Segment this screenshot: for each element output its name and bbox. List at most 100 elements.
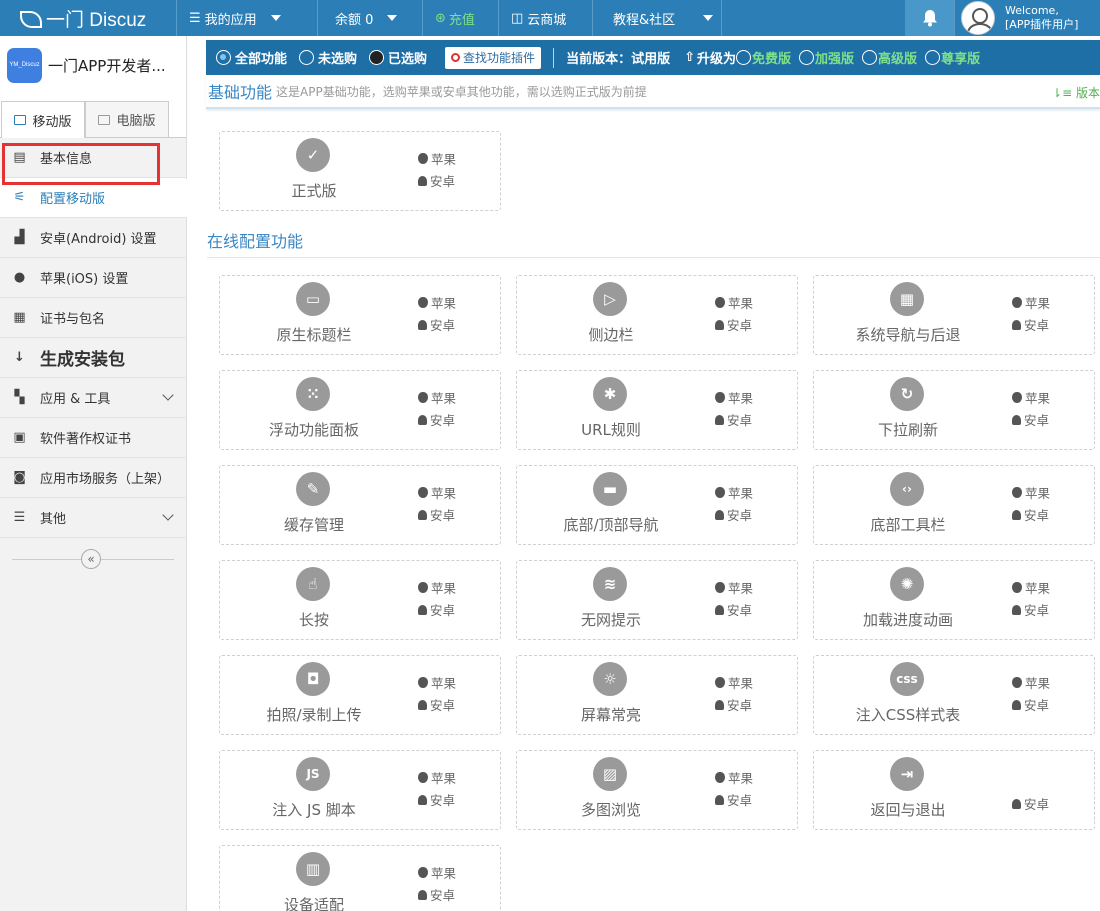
android-icon	[418, 509, 427, 520]
premium-label: 尊享版	[941, 52, 981, 67]
coin-icon: ⊛	[435, 10, 446, 26]
android-label: 安卓	[430, 793, 456, 808]
radio-premium[interactable]: 尊享版	[925, 48, 988, 67]
sidebar-item-store[interactable]: ◙ 应用市场服务（上架）	[0, 458, 186, 498]
feature-name: 缓存管理	[283, 516, 344, 534]
android-label: 安卓	[430, 698, 456, 713]
feature-card[interactable]: css 注入CSS样式表 苹果 安卓	[813, 655, 1095, 735]
feature-card[interactable]: ≋ 无网提示 苹果 安卓	[516, 560, 798, 640]
android-platform: 安卓	[418, 885, 455, 904]
feature-card[interactable]: ▷ 侧边栏 苹果 安卓	[516, 275, 798, 355]
radio-advanced[interactable]: 高级版	[862, 48, 925, 67]
sidebar-item-menu[interactable]: ☰ 其他	[0, 498, 186, 538]
cloud-store-link[interactable]: ◫ 云商城	[499, 0, 593, 36]
image-icon: ▨	[593, 757, 627, 791]
feature-card[interactable]: ▬ 底部/顶部导航 苹果 安卓	[516, 465, 798, 545]
radio-not-bought[interactable]: 未选购	[299, 48, 357, 67]
recharge-link[interactable]: ⊛ 充值	[423, 0, 499, 36]
free-label: 免费版	[752, 52, 792, 67]
radio-all[interactable]: 全部功能	[216, 48, 287, 67]
radio-icon	[736, 50, 752, 65]
feature-card[interactable]: ✺ 加载进度动画 苹果 安卓	[813, 560, 1095, 640]
android-label: 安卓	[727, 603, 753, 618]
feature-card[interactable]: JS 注入 JS 脚本 苹果 安卓	[219, 750, 501, 830]
feature-card[interactable]: ↻ 下拉刷新 苹果 安卓	[813, 370, 1095, 450]
feature-card[interactable]: ⁙ 浮动功能面板 苹果 安卓	[219, 370, 501, 450]
apple-label: 苹果	[1025, 391, 1051, 406]
sidebar-item-sliders[interactable]: ⚟ 配置移动版	[0, 178, 196, 218]
feature-name: 浮动功能面板	[268, 421, 359, 439]
js-icon: JS	[296, 757, 330, 791]
titlebar-icon: ▭	[296, 282, 330, 316]
android-icon	[418, 889, 427, 900]
caret-down-icon	[270, 15, 281, 21]
tab-mobile[interactable]: 移动版	[1, 101, 85, 138]
find-plugin-button[interactable]: 查找功能插件	[445, 46, 542, 69]
apple-icon	[1012, 677, 1022, 688]
feature-card[interactable]: ✓ 正式版 苹果 安卓	[219, 131, 501, 211]
radio-free[interactable]: 免费版	[736, 48, 799, 67]
apple-label: 苹果	[431, 152, 457, 167]
radio-icon	[799, 50, 815, 65]
sidebar-item-copyright[interactable]: ▣ 软件著作权证书	[0, 418, 186, 458]
radio-bought[interactable]: 已选购	[369, 48, 427, 67]
sidebar-item-label: 基本信息	[40, 152, 93, 167]
android-platform: 安卓	[1012, 505, 1049, 524]
feature-card[interactable]: ◘ 拍照/录制上传 苹果 安卓	[219, 655, 501, 735]
balance-label: 余额 0	[335, 12, 374, 28]
sidebar-item-certificate[interactable]: ▦ 证书与包名	[0, 298, 186, 338]
sidebar-icon: ▷	[593, 282, 627, 316]
feature-card[interactable]: ▨ 多图浏览 苹果 安卓	[516, 750, 798, 830]
feature-name: 设备适配	[283, 896, 344, 911]
radio-enhanced[interactable]: 加强版	[799, 48, 862, 67]
version-link[interactable]: ⇂≡ 版本	[1052, 84, 1100, 101]
sidebar-item-apple[interactable]: ● 苹果(iOS) 设置	[0, 258, 186, 298]
android-label: 安卓	[727, 508, 753, 523]
feature-card[interactable]: ▦ 系统导航与后退 苹果 安卓	[813, 275, 1095, 355]
balance-menu[interactable]: 余额 0	[318, 0, 423, 36]
system-nav-icon: ▦	[890, 282, 924, 316]
feature-card[interactable]: ✱ URL规则 苹果 安卓	[516, 370, 798, 450]
radio-all-label: 全部功能	[235, 52, 288, 67]
user-menu[interactable]: Welcome, [APP插件用户]	[955, 0, 1100, 36]
feature-card[interactable]: ☝ 长按 苹果 安卓	[219, 560, 501, 640]
tab-pc[interactable]: 电脑版	[85, 101, 169, 137]
apple-label: 苹果	[728, 581, 754, 596]
feature-name: 注入 JS 脚本	[272, 801, 356, 819]
current-version-value: 试用版	[631, 52, 671, 67]
sidebar-item-document[interactable]: ▤ 基本信息	[0, 138, 186, 178]
store-icon: ◙	[13, 470, 26, 485]
radio-icon	[925, 50, 941, 65]
feature-name: 无网提示	[580, 611, 641, 629]
apple-icon	[1012, 487, 1022, 498]
sidebar-item-sort[interactable]: ↓ 生成安装包	[0, 338, 186, 378]
feature-name: 下拉刷新	[877, 421, 938, 439]
notifications-button[interactable]	[905, 0, 955, 36]
sidebar-item-grid[interactable]: ▚ 应用 & 工具	[0, 378, 186, 418]
my-apps-menu[interactable]: ☰ 我的应用	[177, 0, 318, 36]
feature-card[interactable]: ⇥ 返回与退出 安卓	[813, 750, 1095, 830]
radio-icon	[299, 50, 315, 65]
apple-icon	[715, 297, 725, 308]
feature-card[interactable]: ☼ 屏幕常亮 苹果 安卓	[516, 655, 798, 735]
feature-card[interactable]: ▥ 设备适配 苹果 安卓	[219, 845, 501, 911]
caret-down-icon	[703, 15, 714, 21]
feature-card[interactable]: ✎ 缓存管理 苹果 安卓	[219, 465, 501, 545]
android-label: 安卓	[1024, 797, 1050, 812]
collapse-sidebar-button[interactable]: «	[81, 549, 101, 569]
tutorials-menu[interactable]: 教程&社区	[593, 0, 722, 36]
apple-icon	[418, 867, 428, 878]
feature-name: 屏幕常亮	[580, 706, 641, 724]
feature-card[interactable]: ‹› 底部工具栏 苹果 安卓	[813, 465, 1095, 545]
brand-name: 一门 Discuz	[46, 9, 147, 31]
sidebar-item-android[interactable]: ▟ 安卓(Android) 设置	[0, 218, 186, 258]
feature-card[interactable]: ▭ 原生标题栏 苹果 安卓	[219, 275, 501, 355]
app-header[interactable]: YM_Discuz 一门APP开发者...	[0, 36, 186, 94]
dots-grid-icon: ⁙	[296, 377, 330, 411]
android-icon	[715, 699, 724, 710]
radio-bought-label: 已选购	[388, 52, 428, 67]
android-platform: 安卓	[715, 600, 752, 619]
brand-logo[interactable]: 一门 Discuz	[0, 0, 177, 36]
android-platform: 安卓	[715, 695, 752, 714]
app-name: 一门APP开发者...	[48, 56, 166, 75]
